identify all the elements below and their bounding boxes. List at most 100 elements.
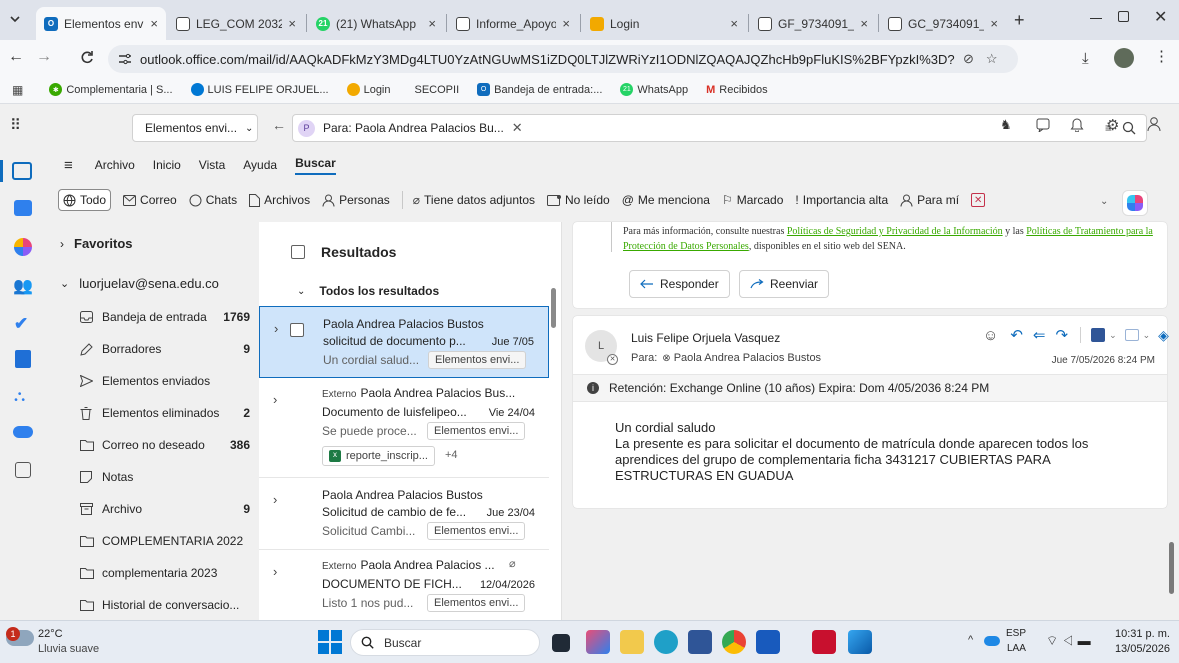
chevron-down-icon[interactable]: ⌄ <box>1143 330 1151 341</box>
close-tab-icon[interactable]: × <box>990 16 998 31</box>
forms-icon[interactable] <box>15 350 31 368</box>
todo-check-icon[interactable]: ✔ <box>14 314 28 334</box>
filter-correo[interactable]: Correo <box>123 193 177 207</box>
clear-filters-icon[interactable]: ✕ <box>971 193 986 207</box>
folder-drafts[interactable]: Borradores 9 <box>80 338 250 360</box>
list-item[interactable]: › Externo Paola Andrea Palacios ... ⌀ DOC… <box>259 550 549 620</box>
word-icon[interactable] <box>756 630 780 654</box>
chevron-down-icon[interactable]: ⌄ <box>1109 330 1117 341</box>
url-bar[interactable]: outlook.office.com/mail/id/AAQkADFkMzY3M… <box>108 45 1018 73</box>
store-icon[interactable] <box>688 630 712 654</box>
m365-icon[interactable] <box>586 630 610 654</box>
taskbar-search[interactable]: Buscar <box>350 629 540 656</box>
filter-no-leido[interactable]: No leído <box>547 193 610 207</box>
bookmark-bandeja[interactable]: O Bandeja de entrada:... <box>477 83 602 96</box>
filter-importancia[interactable]: ! Importancia alta <box>795 193 888 207</box>
more-attachments[interactable]: +4 <box>445 449 458 461</box>
copilot-button[interactable] <box>1122 190 1148 216</box>
folder-sent[interactable]: Elementos enviados <box>80 370 250 392</box>
bookmark-star-icon[interactable]: ☆ <box>986 51 998 67</box>
more-apps-icon[interactable] <box>15 462 31 478</box>
settings-gear-icon[interactable]: ⚙ <box>1106 116 1119 134</box>
folder-notes[interactable]: Notas <box>80 466 250 488</box>
minimize-icon[interactable] <box>1090 18 1102 19</box>
new-tab-button[interactable]: + <box>1014 10 1025 31</box>
folder-inbox[interactable]: Bandeja de entrada 1769 <box>80 306 250 328</box>
close-window-icon[interactable]: ✕ <box>1154 7 1167 27</box>
clock-date[interactable]: 13/05/2026 <box>1110 643 1170 655</box>
tray-chevron-icon[interactable]: ^ <box>968 634 973 646</box>
collapse-nav-icon[interactable]: ≡ <box>64 157 73 174</box>
download-icon[interactable]: ⤓ <box>1082 50 1089 67</box>
emoji-reaction-icon[interactable]: ☺ <box>983 327 998 344</box>
chrome-icon[interactable] <box>722 630 746 654</box>
close-tab-icon[interactable]: × <box>150 16 158 31</box>
tab-informe-apoyo[interactable]: Informe_Apoyo_ × <box>448 7 578 40</box>
folder-scope-dropdown[interactable]: Elementos envi... ⌄ <box>132 114 258 142</box>
mail-icon[interactable] <box>12 162 32 180</box>
site-info-icon[interactable] <box>118 53 132 65</box>
reply-icon[interactable]: ↶ <box>1010 326 1023 344</box>
weather-desc[interactable]: Lluvia suave <box>38 643 99 655</box>
close-tab-icon[interactable]: × <box>428 16 436 31</box>
photos-icon[interactable] <box>848 630 872 654</box>
search-box[interactable]: P Para: Paola Andrea Palacios Bu... ✕ ≡ <box>292 114 1147 142</box>
folder-archive[interactable]: Archivo 9 <box>80 498 250 520</box>
tab-leg-com[interactable]: LEG_COM 20326 × <box>168 7 304 40</box>
start-button[interactable] <box>318 630 342 654</box>
chevron-right-icon[interactable]: › <box>273 564 277 579</box>
clear-search-icon[interactable]: ✕ <box>512 120 523 136</box>
calendar-icon[interactable] <box>14 200 32 216</box>
filter-para-mi[interactable]: Para mí <box>900 193 959 207</box>
close-tab-icon[interactable]: × <box>562 16 570 31</box>
attachment-chip[interactable]: x reporte_inscrip... <box>322 446 435 466</box>
app-launcher-icon[interactable]: ⠿ <box>10 116 21 134</box>
filter-todo[interactable]: Todo <box>58 189 112 211</box>
copilot-icon[interactable] <box>14 238 32 256</box>
onedrive-tray-icon[interactable] <box>984 636 1000 646</box>
reading-scrollbar[interactable] <box>1169 542 1174 594</box>
filter-marcado[interactable]: ⚐ Marcado <box>722 193 783 207</box>
recipient-name[interactable]: Paola Andrea Palacios Bustos <box>674 352 821 364</box>
close-tab-icon[interactable]: × <box>860 16 868 31</box>
account-header[interactable]: ⌄ luorjuelav@sena.edu.co <box>60 276 219 291</box>
edge-icon[interactable] <box>654 630 678 654</box>
restore-icon[interactable] <box>1118 11 1129 22</box>
group-all-results[interactable]: ⌄ Todos los resultados <box>297 284 439 298</box>
profile-avatar[interactable] <box>1114 48 1134 68</box>
onedrive-icon[interactable] <box>13 426 33 438</box>
folder-complementaria-2022[interactable]: COMPLEMENTARIA 2022 <box>80 530 250 552</box>
select-all-checkbox[interactable] <box>291 245 305 259</box>
tab-login[interactable]: Login × <box>582 7 746 40</box>
bookmark-secopii[interactable]: SECOPII <box>415 84 460 96</box>
browser-menu-icon[interactable]: ⋮ <box>1154 47 1169 65</box>
bookmark-complementaria[interactable]: ✱ Complementaria | S... <box>49 83 173 96</box>
filter-archivos[interactable]: Archivos <box>249 193 310 207</box>
privacy-policy-link[interactable]: Políticas de Seguridad y Privacidad de l… <box>787 226 1003 237</box>
pdf-tool-icon[interactable] <box>1091 328 1106 342</box>
back-arrow-icon[interactable]: ← <box>272 117 286 133</box>
filter-adjuntos[interactable]: ⌀ Tiene datos adjuntos <box>413 193 535 207</box>
network-volume-battery-icons[interactable]: ⌔ ◁ ▬ <box>1046 633 1091 649</box>
whats-new-icon[interactable] <box>1036 118 1050 132</box>
folder-conversation-history[interactable]: Historial de conversacio... <box>80 594 250 616</box>
task-view-icon[interactable] <box>552 634 570 652</box>
clock-time[interactable]: 10:31 p. m. <box>1110 628 1170 640</box>
bookmark-luis-felipe[interactable]: LUIS FELIPE ORJUEL... <box>190 83 329 96</box>
chevron-right-icon[interactable]: › <box>273 392 277 407</box>
reply-button[interactable]: Responder <box>629 270 730 298</box>
close-tab-icon[interactable]: × <box>730 16 738 31</box>
back-icon[interactable]: ← <box>8 48 24 66</box>
org-chart-icon[interactable]: ⛬ <box>14 388 25 406</box>
eye-off-icon[interactable]: ⊘ <box>963 51 974 67</box>
search-icon[interactable] <box>1122 121 1136 135</box>
list-scrollbar[interactable] <box>551 288 556 328</box>
tab-buscar[interactable]: Buscar <box>295 156 336 175</box>
forward-icon[interactable]: ↷ <box>1055 326 1068 344</box>
folder-deleted[interactable]: Elementos eliminados 2 <box>80 402 250 424</box>
people-icon[interactable]: 👥 <box>13 276 33 296</box>
folder-junk[interactable]: Correo no deseado 386 <box>80 434 250 456</box>
move-icon[interactable] <box>1124 329 1139 341</box>
notifications-icon[interactable] <box>1070 117 1084 132</box>
ribbon-expand-icon[interactable]: ⌄ <box>1100 196 1108 207</box>
